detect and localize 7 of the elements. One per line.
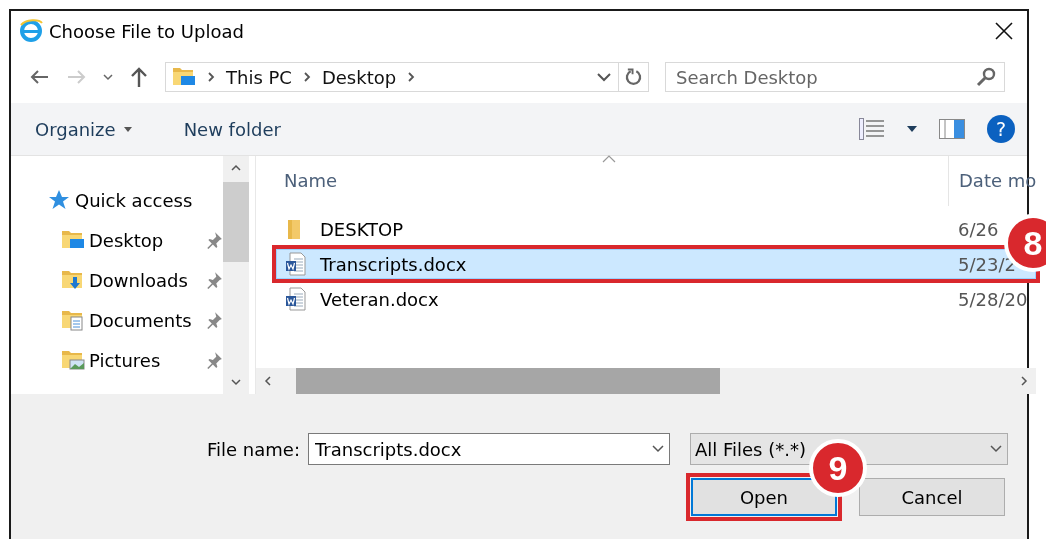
file-name: DESKTOP	[320, 218, 404, 240]
file-name-label: File name:	[207, 438, 300, 460]
file-name: Veteran.docx	[320, 288, 439, 310]
window-title: Choose File to Upload	[49, 20, 245, 42]
file-name: Transcripts.docx	[320, 253, 467, 275]
date-modified: 6/26	[957, 218, 999, 240]
date-modified: 5/28/20	[957, 288, 1028, 310]
